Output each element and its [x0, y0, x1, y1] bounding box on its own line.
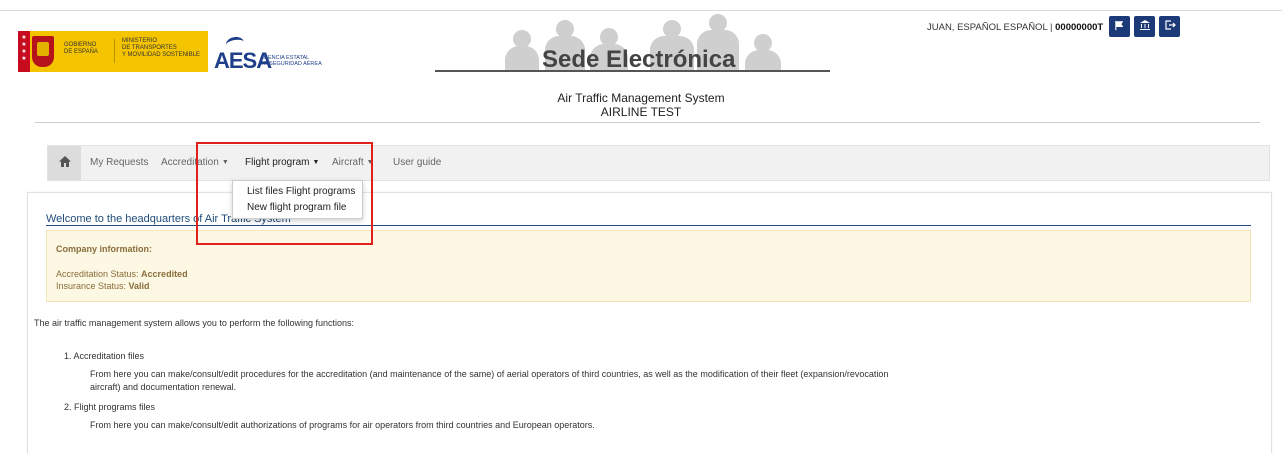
aesa-logo: AESA AGENCIA ESTATAL DE SEGURIDAD AÉREA	[214, 35, 344, 73]
flag-button[interactable]	[1109, 16, 1130, 37]
user-info: JUAN, ESPAÑOL ESPAÑOL | 00000000T	[927, 22, 1104, 33]
home-button[interactable]	[48, 146, 81, 180]
item1-desc-cont: aircraft) and documentation renewal.	[90, 382, 237, 392]
intro-text: The air traffic management system allows…	[34, 318, 354, 328]
user-name: JUAN, ESPAÑOL ESPAÑOL	[927, 22, 1048, 33]
home-icon	[58, 155, 72, 171]
item2-title: 2. Flight programs files	[64, 402, 156, 412]
bank-button[interactable]	[1134, 16, 1155, 37]
coat-of-arms-icon	[32, 36, 54, 67]
ministry-text: MINISTERIO DE TRANSPORTES Y MOVILIDAD SOST…	[122, 38, 200, 58]
sede-title: Sede Electrónica	[542, 46, 736, 72]
nav-user-guide[interactable]: User guide	[393, 157, 441, 168]
logout-button[interactable]	[1159, 16, 1180, 37]
government-logo: ★ ★ ★ ★ GOBIERNO DE ESPAÑA MINISTERIO DE TRAN…	[18, 31, 208, 72]
user-id: 00000000T	[1055, 22, 1104, 33]
accreditation-status: Accreditation Status: Accredited	[56, 269, 188, 279]
item1-desc: From here you can make/consult/edit proc…	[90, 369, 889, 379]
item2-desc: From here you can make/consult/edit auth…	[90, 420, 595, 430]
bank-icon	[1139, 19, 1151, 34]
system-title: Air Traffic Management System	[557, 91, 725, 105]
eu-flag: ★ ★ ★ ★	[18, 31, 30, 72]
company-info-title: Company information:	[56, 244, 152, 254]
highlight-box	[196, 142, 373, 245]
flag-icon	[1114, 20, 1125, 34]
gov-text: GOBIERNO DE ESPAÑA	[64, 42, 98, 55]
sede-banner: Sede Electrónica	[435, 10, 830, 72]
company-name: AIRLINE TEST	[600, 105, 682, 119]
nav-my-requests[interactable]: My Requests	[90, 157, 148, 168]
item1-title: 1. Accreditation files	[64, 351, 145, 361]
insurance-status: Insurance Status: Valid	[56, 281, 150, 291]
logout-icon	[1164, 19, 1176, 34]
